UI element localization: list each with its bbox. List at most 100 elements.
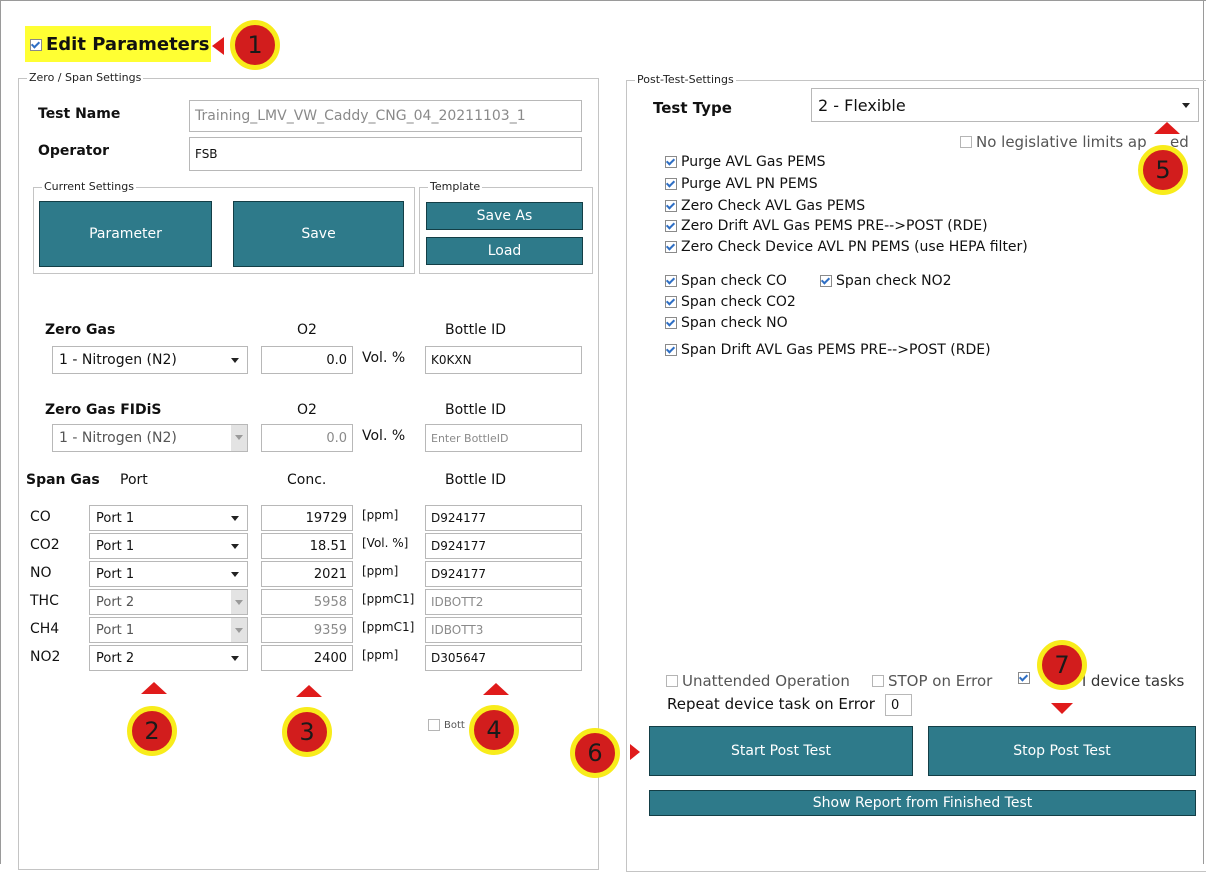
task-purge-pn-pems[interactable]: Purge AVL PN PEMS xyxy=(665,176,818,192)
operator-field[interactable]: FSB xyxy=(189,137,582,171)
unattended-operation-checkbox[interactable]: Unattended Operation xyxy=(666,672,850,690)
save-button[interactable]: Save xyxy=(233,201,404,267)
check-icon xyxy=(665,220,677,232)
span-gas-conc-input[interactable]: 9359 xyxy=(261,617,353,643)
annotation-badge-5: 5 xyxy=(1138,145,1188,195)
span-gas-name: THC xyxy=(30,593,59,609)
annotation-arrow-1 xyxy=(212,37,224,55)
repeat-on-error-input[interactable]: 0 xyxy=(885,694,912,716)
port-value: Port 2 xyxy=(96,594,135,610)
task-label: Span check NO xyxy=(681,315,788,331)
show-report-button[interactable]: Show Report from Finished Test xyxy=(649,790,1196,816)
chevron-down-icon xyxy=(231,516,239,521)
zero-gas-fidis-bottle-input[interactable]: Enter BottleID xyxy=(425,424,582,452)
load-button[interactable]: Load xyxy=(426,237,583,265)
task-zero-check-gas-pems[interactable]: Zero Check AVL Gas PEMS xyxy=(665,198,865,214)
span-gas-conc-input[interactable]: 5958 xyxy=(261,589,353,615)
zero-gas-select[interactable]: 1 - Nitrogen (N2) xyxy=(52,346,248,374)
task-purge-gas-pems[interactable]: Purge AVL Gas PEMS xyxy=(665,154,825,170)
task-label: Zero Check Device AVL PN PEMS (use HEPA … xyxy=(681,239,1028,255)
check-icon xyxy=(665,200,677,212)
port-value: Port 1 xyxy=(96,538,135,554)
zero-gas-unit: Vol. % xyxy=(362,350,406,366)
span-gas-port-select[interactable]: Port 2 xyxy=(89,589,248,615)
task-span-check-no[interactable]: Span check NO xyxy=(665,315,788,331)
span-gas-conc-input[interactable]: 19729 xyxy=(261,505,353,531)
zero-gas-fidis-select[interactable]: 1 - Nitrogen (N2) xyxy=(52,424,248,452)
span-gas-port-select[interactable]: Port 1 xyxy=(89,617,248,643)
all-device-tasks-checkbox[interactable] xyxy=(1018,672,1034,684)
no-legislative-limits-label: No legislative limits ap xyxy=(976,133,1147,151)
save-as-button[interactable]: Save As xyxy=(426,202,583,230)
zero-gas-o2-input[interactable]: 0.0 xyxy=(261,346,353,374)
zero-gas-fidis-select-value: 1 - Nitrogen (N2) xyxy=(59,430,177,446)
span-gas-label: Span Gas xyxy=(26,472,100,488)
span-gas-conc-input[interactable]: 2400 xyxy=(261,645,353,671)
task-span-drift-gas-pems[interactable]: Span Drift AVL Gas PEMS PRE-->POST (RDE) xyxy=(665,342,991,358)
edit-parameters-checkbox[interactable]: Edit Parameters xyxy=(30,34,209,55)
span-gas-conc-input[interactable]: 18.51 xyxy=(261,533,353,559)
zero-span-settings-title: Zero / Span Settings xyxy=(27,71,144,84)
task-zero-drift-gas-pems[interactable]: Zero Drift AVL Gas PEMS PRE-->POST (RDE) xyxy=(665,218,988,234)
start-post-test-button[interactable]: Start Post Test xyxy=(649,726,913,776)
annotation-arrow-2 xyxy=(141,682,167,694)
window-frame-left xyxy=(0,0,1,864)
span-gas-conc-input[interactable]: 2021 xyxy=(261,561,353,587)
repeat-on-error-label: Repeat device task on Error xyxy=(667,695,875,713)
task-label: Purge AVL PN PEMS xyxy=(681,176,818,192)
span-gas-port-header: Port xyxy=(120,472,148,488)
port-value: Port 2 xyxy=(96,650,135,666)
task-span-check-no2[interactable]: Span check NO2 xyxy=(820,273,952,289)
window-frame-top xyxy=(0,0,1206,1)
span-gas-bottle-input[interactable]: IDBOTT3 xyxy=(425,617,582,643)
stop-post-test-button[interactable]: Stop Post Test xyxy=(928,726,1196,776)
span-gas-bottle-input[interactable]: D924177 xyxy=(425,561,582,587)
task-zero-check-pn-pems[interactable]: Zero Check Device AVL PN PEMS (use HEPA … xyxy=(665,239,1028,255)
task-span-check-co[interactable]: Span check CO xyxy=(665,273,787,289)
annotation-badge-2: 2 xyxy=(127,706,177,756)
zero-gas-fidis-o2-input[interactable]: 0.0 xyxy=(261,424,353,452)
span-gas-port-select[interactable]: Port 2 xyxy=(89,645,248,671)
span-gas-conc-header: Conc. xyxy=(287,472,327,488)
parameter-button[interactable]: Parameter xyxy=(39,201,212,267)
task-label: Span Drift AVL Gas PEMS PRE-->POST (RDE) xyxy=(681,342,991,358)
check-icon xyxy=(665,296,677,308)
annotation-arrow-5 xyxy=(1154,122,1180,134)
zero-gas-select-value: 1 - Nitrogen (N2) xyxy=(59,352,177,368)
zero-gas-fidis-label: Zero Gas FIDiS xyxy=(45,402,162,418)
task-span-check-co2[interactable]: Span check CO2 xyxy=(665,294,796,310)
check-icon xyxy=(665,317,677,329)
test-type-select[interactable]: 2 - Flexible xyxy=(811,88,1199,122)
zero-gas-label: Zero Gas xyxy=(45,322,116,338)
span-gas-name: NO2 xyxy=(30,649,61,665)
check-icon xyxy=(665,241,677,253)
stop-on-error-checkbox[interactable]: STOP on Error xyxy=(872,672,992,690)
span-gas-bottle-input[interactable]: IDBOTT2 xyxy=(425,589,582,615)
span-gas-port-select[interactable]: Port 1 xyxy=(89,533,248,559)
test-name-field[interactable]: Training_LMV_VW_Caddy_CNG_04_20211103_1 xyxy=(189,100,582,132)
span-gas-bottle-header: Bottle ID xyxy=(445,472,507,488)
bottle-check-checkbox[interactable]: Bott xyxy=(428,719,465,731)
annotation-badge-4: 4 xyxy=(469,705,519,755)
task-label: Purge AVL Gas PEMS xyxy=(681,154,826,170)
check-icon xyxy=(665,344,677,356)
zero-gas-bottle-header: Bottle ID xyxy=(445,322,507,338)
chevron-down-icon xyxy=(231,358,239,363)
no-legislative-limits-checkbox[interactable]: No legislative limits ap xyxy=(960,133,1147,151)
check-icon xyxy=(1018,672,1030,684)
span-gas-unit: [ppmC1] xyxy=(362,592,415,606)
zero-gas-fidis-o2-header: O2 xyxy=(297,402,317,418)
task-label: Span check CO2 xyxy=(681,294,796,310)
span-gas-port-select[interactable]: Port 1 xyxy=(89,561,248,587)
test-name-label: Test Name xyxy=(38,106,121,122)
task-label: Zero Drift AVL Gas PEMS PRE-->POST (RDE) xyxy=(681,218,988,234)
chevron-down-icon xyxy=(231,425,247,451)
span-gas-bottle-input[interactable]: D924177 xyxy=(425,505,582,531)
annotation-arrow-3 xyxy=(296,685,322,697)
span-gas-port-select[interactable]: Port 1 xyxy=(89,505,248,531)
chevron-down-icon xyxy=(231,618,247,642)
span-gas-bottle-input[interactable]: D924177 xyxy=(425,533,582,559)
span-gas-bottle-input[interactable]: D305647 xyxy=(425,645,582,671)
zero-gas-bottle-input[interactable]: K0KXN xyxy=(425,346,582,374)
post-test-settings-title: Post-Test-Settings xyxy=(635,73,736,86)
